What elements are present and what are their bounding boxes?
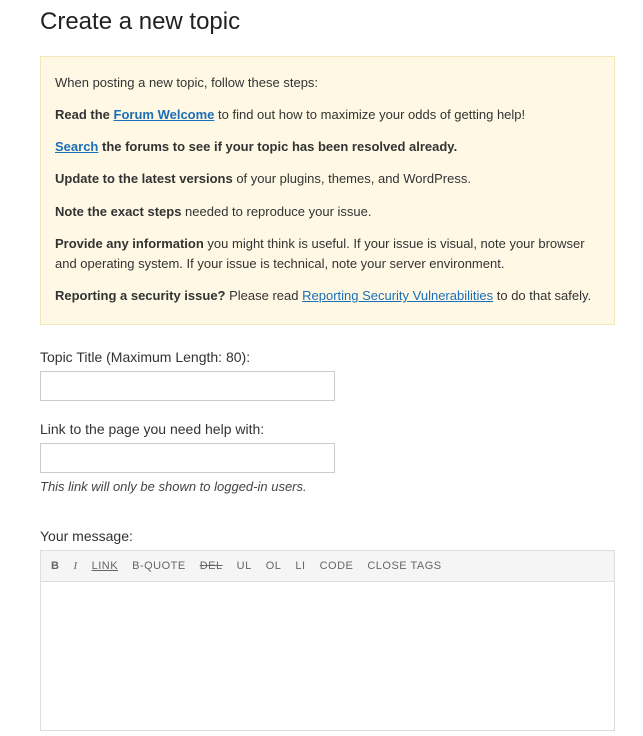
bquote-button[interactable]: B-QUOTE [132,558,186,574]
notice-read: Read the Forum Welcome to find out how t… [55,105,600,125]
link-button[interactable]: LINK [92,558,118,574]
ul-button[interactable]: UL [237,558,252,574]
notice-intro: When posting a new topic, follow these s… [55,73,600,93]
code-button[interactable]: CODE [320,558,354,574]
notice-search: Search the forums to see if your topic h… [55,137,600,157]
italic-button[interactable]: I [73,558,77,574]
forum-welcome-link[interactable]: Forum Welcome [114,107,215,122]
li-button[interactable]: LI [295,558,305,574]
help-link-hint: This link will only be shown to logged-i… [40,479,615,494]
notice-box: When posting a new topic, follow these s… [40,56,615,325]
ol-button[interactable]: OL [266,558,282,574]
bold-button[interactable]: B [51,558,59,574]
topic-title-label: Topic Title (Maximum Length: 80): [40,349,615,365]
message-section: Your message: B I LINK B-QUOTE DEL UL OL… [40,528,615,736]
notice-provide: Provide any information you might think … [55,234,600,274]
help-link-row: Link to the page you need help with: Thi… [40,421,615,494]
help-link-input[interactable] [40,443,335,473]
report-vulnerabilities-link[interactable]: Reporting Security Vulnerabilities [302,288,493,303]
page-heading: Create a new topic [40,8,615,36]
topic-title-row: Topic Title (Maximum Length: 80): [40,349,615,401]
notice-update: Update to the latest versions of your pl… [55,169,600,189]
close-tags-button[interactable]: CLOSE TAGS [367,558,441,574]
notice-note: Note the exact steps needed to reproduce… [55,202,600,222]
notice-report: Reporting a security issue? Please read … [55,286,600,306]
search-link[interactable]: Search [55,139,98,154]
message-label: Your message: [40,528,615,544]
editor-toolbar: B I LINK B-QUOTE DEL UL OL LI CODE CLOSE… [40,550,615,581]
del-button[interactable]: DEL [200,558,223,574]
help-link-label: Link to the page you need help with: [40,421,615,437]
message-textarea[interactable] [40,581,615,731]
topic-title-input[interactable] [40,371,335,401]
